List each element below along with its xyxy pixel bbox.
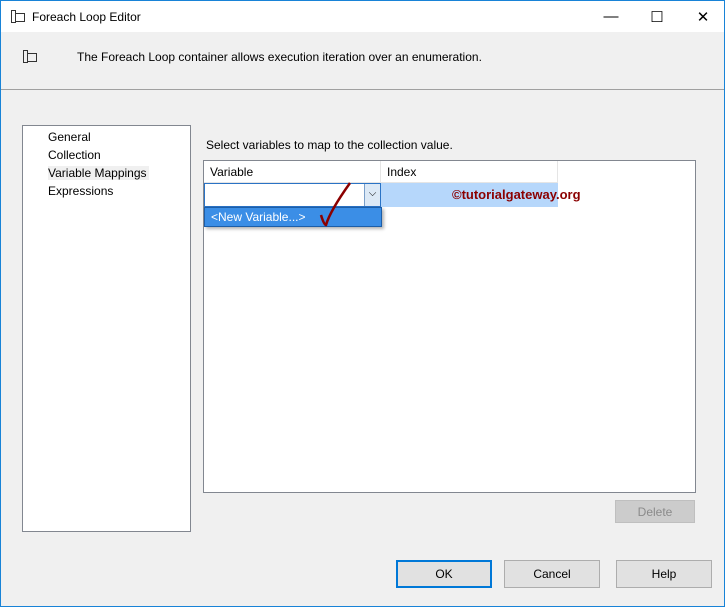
nav-item-expressions[interactable]: Expressions — [23, 182, 190, 200]
minimize-button[interactable]: — — [588, 1, 634, 32]
checkmark-annotation — [319, 182, 352, 227]
nav-item-variable-mappings[interactable]: Variable Mappings — [23, 164, 190, 182]
header-divider — [1, 89, 724, 90]
cancel-button[interactable]: Cancel — [504, 560, 600, 588]
watermark: ©tutorialgateway.org — [452, 187, 581, 202]
close-button[interactable]: ✕ — [680, 1, 725, 32]
foreach-loop-editor-window: Foreach Loop Editor — ☐ ✕ The Foreach Lo… — [0, 0, 725, 607]
header-description: The Foreach Loop container allows execut… — [77, 50, 482, 64]
ok-button[interactable]: OK — [396, 560, 492, 588]
column-header-variable[interactable]: Variable — [204, 161, 381, 183]
column-header-index[interactable]: Index — [381, 161, 558, 183]
variable-mappings-grid: Variable Index ⌵ ©tutorialgateway.org <N… — [203, 160, 696, 493]
chevron-down-icon[interactable]: ⌵ — [364, 184, 380, 206]
maximize-button[interactable]: ☐ — [634, 1, 680, 32]
nav-item-collection[interactable]: Collection — [23, 146, 190, 164]
help-button[interactable]: Help — [616, 560, 712, 588]
delete-button[interactable]: Delete — [615, 500, 695, 523]
navigation-list: General Collection Variable Mappings Exp… — [22, 125, 191, 532]
foreach-container-icon — [11, 10, 25, 23]
window-title: Foreach Loop Editor — [32, 10, 141, 24]
title-bar: Foreach Loop Editor — ☐ ✕ — [1, 1, 724, 32]
instruction-label: Select variables to map to the collectio… — [206, 138, 453, 152]
nav-item-general[interactable]: General — [23, 128, 190, 146]
nav-item-label: Variable Mappings — [48, 166, 149, 180]
foreach-container-icon — [23, 50, 37, 63]
